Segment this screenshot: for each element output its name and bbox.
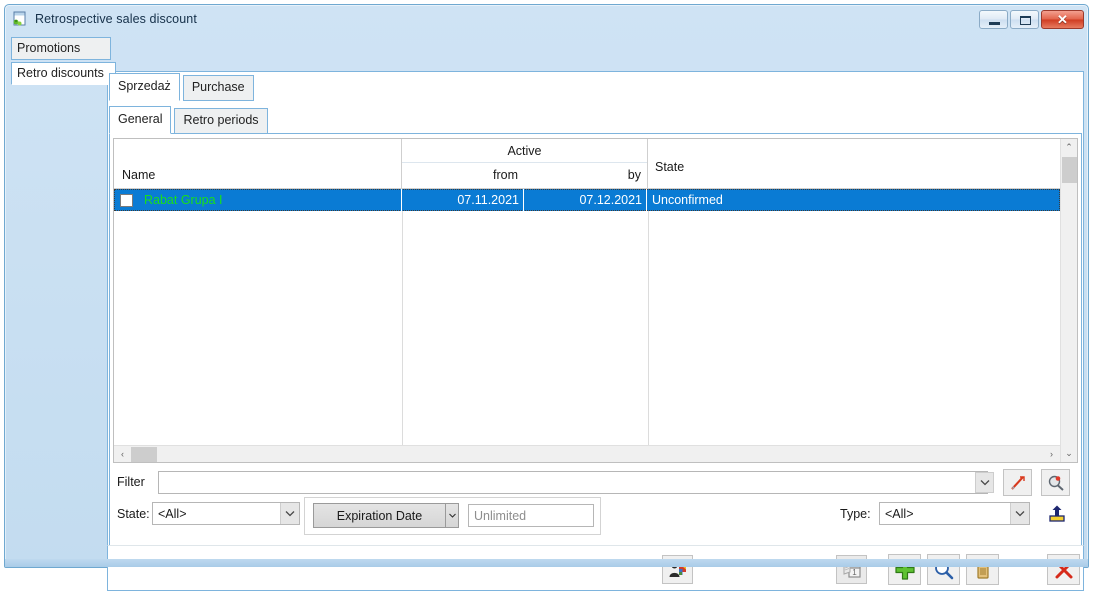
tab-sprzedaz[interactable]: Sprzedaż xyxy=(109,73,180,101)
minimize-icon xyxy=(989,21,1000,25)
left-tab-strip: Promotions Retro discounts xyxy=(11,37,116,85)
sidebar-item-label: Promotions xyxy=(17,41,81,55)
horizontal-scrollbar[interactable]: ‹ › xyxy=(114,445,1060,462)
svg-text:1: 1 xyxy=(852,568,857,577)
tab-retro-periods[interactable]: Retro periods xyxy=(174,108,268,134)
type-label: Type: xyxy=(840,507,871,521)
close-window-button[interactable]: ✕ xyxy=(1041,9,1084,29)
window-body: Promotions Retro discounts Sprzedaż Purc… xyxy=(5,33,1088,591)
column-header-active: Active from by xyxy=(402,139,648,188)
top-tab-row: Sprzedaż Purchase xyxy=(109,73,254,101)
sidebar-item-retro-discounts[interactable]: Retro discounts xyxy=(11,62,116,85)
sidebar-item-promotions[interactable]: Promotions xyxy=(11,37,111,60)
cell-name: Rabat Grupa I xyxy=(114,189,402,211)
row-checkbox[interactable] xyxy=(120,193,133,207)
cell-state: Unconfirmed xyxy=(652,193,723,207)
data-grid: Name Active from by State Rabat Grupa I … xyxy=(113,138,1078,463)
maximize-icon xyxy=(1020,15,1031,25)
vertical-scrollbar[interactable]: ⌃ ⌄ xyxy=(1060,139,1077,462)
cell-active-by: 07.12.2021 xyxy=(524,189,647,211)
column-header-label: State xyxy=(655,160,685,174)
tab-label: Retro periods xyxy=(183,113,259,127)
grid-header-row: Name Active from by State xyxy=(114,139,1060,189)
type-dropdown[interactable]: <All> xyxy=(879,502,1030,525)
table-row[interactable]: Rabat Grupa I 07.11.2021 07.12.2021 Unco… xyxy=(114,189,1060,211)
scroll-up-icon[interactable]: ⌃ xyxy=(1061,139,1078,156)
sub-tab-row: General Retro periods xyxy=(109,106,268,134)
tab-general[interactable]: General xyxy=(109,106,172,134)
tab-label: Sprzedaż xyxy=(118,79,171,93)
app-window-icon xyxy=(12,11,28,27)
column-header-from[interactable]: from xyxy=(402,163,524,188)
expiration-date-dropdown-icon[interactable] xyxy=(446,503,459,528)
scroll-down-icon[interactable]: ⌄ xyxy=(1061,445,1078,462)
column-subheaders: from by xyxy=(402,163,647,188)
column-header-name[interactable]: Name xyxy=(114,139,402,188)
clear-filter-button[interactable] xyxy=(1003,469,1032,496)
expiration-date-button[interactable]: Expiration Date xyxy=(313,503,459,528)
status-bar xyxy=(5,559,1088,567)
filter-input[interactable] xyxy=(158,471,988,494)
column-header-label: Name xyxy=(122,168,156,182)
state-dropdown[interactable]: <All> xyxy=(152,502,300,525)
grid-body: Rabat Grupa I 07.11.2021 07.12.2021 Unco… xyxy=(114,189,1060,445)
scroll-left-icon[interactable]: ‹ xyxy=(114,446,131,463)
tab-purchase[interactable]: Purchase xyxy=(182,75,254,101)
cell-active-from: 07.11.2021 xyxy=(402,189,524,211)
export-icon xyxy=(1049,505,1065,522)
column-divider xyxy=(402,211,403,445)
horizontal-scroll-thumb[interactable] xyxy=(131,446,157,462)
column-header-state[interactable]: State xyxy=(648,139,1060,188)
clear-filter-icon xyxy=(1010,475,1025,490)
column-header-by[interactable]: by xyxy=(524,163,647,188)
minimize-button[interactable] xyxy=(979,9,1008,29)
advanced-filter-button[interactable] xyxy=(1041,469,1070,496)
grid-main: Name Active from by State Rabat Grupa I … xyxy=(114,139,1060,462)
filter-dropdown-button[interactable] xyxy=(975,472,994,493)
sidebar-item-label: Retro discounts xyxy=(17,66,104,80)
chevron-down-icon[interactable] xyxy=(280,503,299,524)
expiration-date-label: Expiration Date xyxy=(313,503,446,528)
filter-area: Filter State: <All> Expiration Date Unli… xyxy=(113,469,1078,535)
maximize-button[interactable] xyxy=(1010,9,1039,29)
chevron-down-icon xyxy=(980,480,989,486)
column-header-label: Active xyxy=(402,139,647,163)
chevron-down-icon[interactable] xyxy=(1010,503,1029,524)
window-title: Retrospective sales discount xyxy=(35,12,197,26)
window-controls: ✕ xyxy=(979,9,1084,29)
tab-label: General xyxy=(118,112,163,126)
expiration-date-group: Expiration Date xyxy=(304,497,601,535)
title-bar: Retrospective sales discount ✕ xyxy=(5,5,1088,33)
expiration-date-input[interactable] xyxy=(468,504,594,527)
close-icon: ✕ xyxy=(1057,11,1068,27)
export-button[interactable] xyxy=(1045,502,1069,525)
filter-label: Filter xyxy=(117,475,145,489)
application-window: Retrospective sales discount ✕ Promotion… xyxy=(4,4,1089,591)
type-dropdown-value: <All> xyxy=(885,506,914,521)
scroll-right-icon[interactable]: › xyxy=(1043,446,1060,463)
vertical-scroll-thumb[interactable] xyxy=(1061,157,1077,183)
column-divider xyxy=(648,211,649,445)
state-label: State: xyxy=(117,507,150,521)
command-bar: 1 xyxy=(107,545,1084,591)
tab-label: Purchase xyxy=(191,80,245,94)
state-dropdown-value: <All> xyxy=(158,506,187,521)
advanced-filter-icon xyxy=(1048,475,1064,491)
cell-name-text: Rabat Grupa I xyxy=(144,193,223,207)
